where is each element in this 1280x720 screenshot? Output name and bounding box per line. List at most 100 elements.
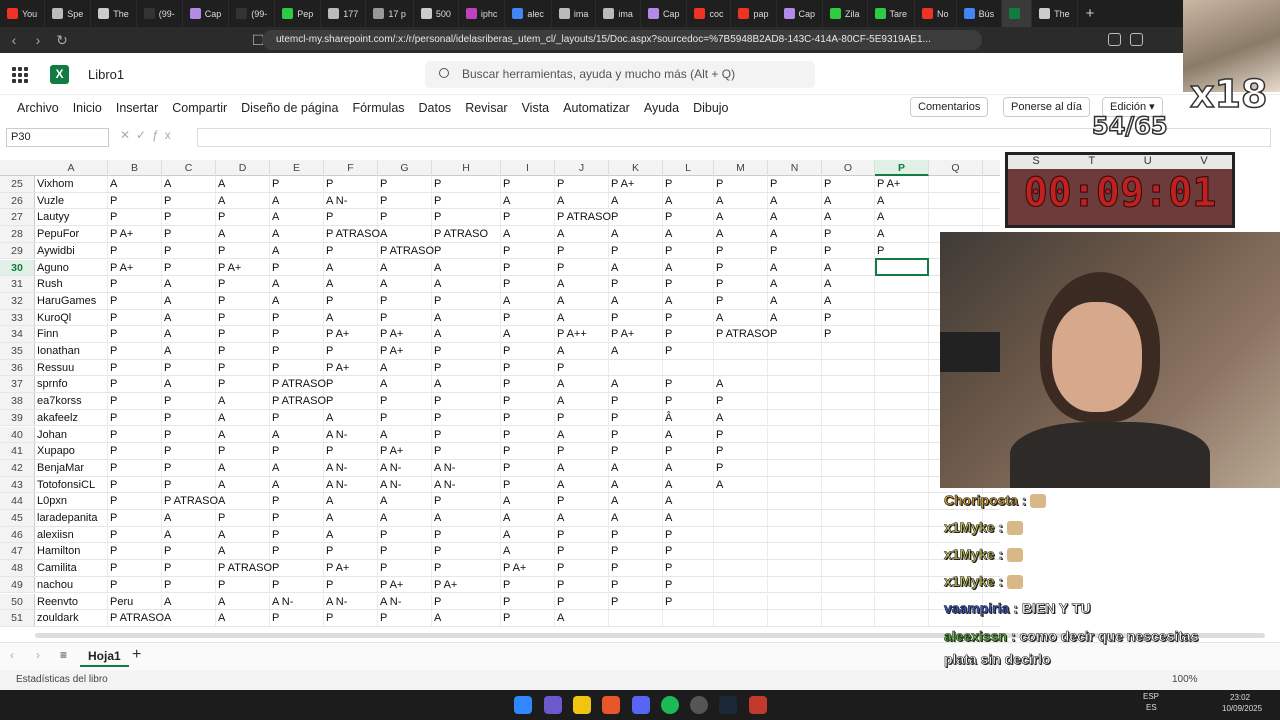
cell[interactable]: P [555,242,609,259]
browser-tab[interactable]: 177 [321,0,367,27]
cell[interactable] [822,376,875,393]
start-icon[interactable] [514,696,532,714]
cell[interactable]: A [714,192,768,209]
cell[interactable]: P [609,443,663,459]
cell[interactable]: Hamilton [35,543,108,560]
browser-tab[interactable]: (99- [137,0,183,27]
column-header-d[interactable]: D [216,160,270,176]
cell[interactable] [875,359,929,376]
explorer-icon[interactable] [573,696,591,714]
menu-automatizar[interactable]: Automatizar [556,101,637,115]
column-header-g[interactable]: G [378,160,432,176]
cell[interactable] [768,576,822,593]
cell[interactable]: P [216,343,270,359]
cell[interactable]: P [432,426,501,443]
cell[interactable]: A [378,359,432,376]
row-number[interactable]: 49 [0,576,35,593]
browser-tab[interactable] [1002,0,1033,27]
column-header-j[interactable]: J [555,160,609,176]
search-input[interactable]: Buscar herramientas, ayuda y mucho más (… [425,61,815,88]
row-number[interactable]: 51 [0,610,35,626]
cell[interactable] [822,426,875,443]
cell[interactable]: P [324,209,378,226]
cell[interactable]: P [663,343,714,359]
row-number[interactable]: 43 [0,476,35,493]
cell[interactable]: A [162,326,216,342]
row-number[interactable]: 45 [0,510,35,526]
cell[interactable]: Xupapo [35,443,108,459]
row-number[interactable]: 33 [0,309,35,326]
browser-tab[interactable]: Cap [777,0,824,27]
cell[interactable] [663,359,714,376]
cell[interactable]: P [162,242,216,259]
cell[interactable]: A [378,510,432,526]
cell[interactable] [714,576,768,593]
cell[interactable]: A [324,510,378,526]
cell[interactable]: P A+ [108,226,162,242]
app-icon[interactable] [749,696,767,714]
cell[interactable] [768,343,822,359]
cell[interactable]: A [663,292,714,309]
browser-tab[interactable]: Tare [868,0,916,27]
cell[interactable]: P [714,426,768,443]
cell[interactable]: P [324,576,378,593]
cell[interactable]: P [108,459,162,476]
cell[interactable]: P [501,409,555,426]
cell[interactable]: P [432,443,501,459]
cell[interactable]: A [378,376,432,393]
browser-tab[interactable]: Spe [45,0,92,27]
cell[interactable]: Aywidbi [35,242,108,259]
cell[interactable]: P [555,526,609,543]
cell[interactable]: P [108,343,162,359]
row-number[interactable]: 27 [0,209,35,226]
cell[interactable] [875,276,929,292]
cell[interactable]: P [609,593,663,610]
cell[interactable]: A [609,292,663,309]
cell[interactable]: A [324,259,378,276]
cell[interactable]: P A+ [324,359,378,376]
cell[interactable]: P [162,459,216,476]
cell[interactable]: P [108,476,162,493]
cell[interactable]: A [216,543,270,560]
cell[interactable]: P [216,376,270,393]
cell[interactable]: A [216,409,270,426]
cell[interactable]: P [609,560,663,576]
cell[interactable]: P [768,326,822,342]
cell[interactable]: A [609,343,663,359]
cell[interactable]: A [270,192,324,209]
cell[interactable]: P [216,576,270,593]
cell[interactable] [714,493,768,509]
cell[interactable]: P A++ [555,326,609,342]
menu-insertar[interactable]: Insertar [109,101,165,115]
cell[interactable]: P [270,526,324,543]
row-number[interactable]: 32 [0,292,35,309]
cell[interactable]: A [432,610,501,626]
cell[interactable] [875,292,929,309]
cell[interactable] [929,192,983,209]
cell[interactable]: A [663,192,714,209]
browser-tab[interactable]: You [0,0,46,27]
cell[interactable] [875,309,929,326]
cell[interactable]: A [609,459,663,476]
cell[interactable]: P [216,443,270,459]
cell[interactable]: P [768,242,822,259]
column-header-e[interactable]: E [270,160,324,176]
cell[interactable] [875,426,929,443]
cell[interactable]: akafeelz [35,409,108,426]
cell[interactable]: sprnfo [35,376,108,393]
browser-tab[interactable]: 500 [414,0,459,27]
cell[interactable] [822,493,875,509]
cell[interactable]: A [270,226,324,242]
input-lang[interactable]: ESP [1143,692,1159,701]
cell[interactable]: A N- [324,459,378,476]
cell[interactable]: P [378,409,432,426]
cell[interactable]: A [432,376,501,393]
cell[interactable]: P [162,576,216,593]
cell[interactable]: P [378,176,432,192]
cell[interactable]: P [609,409,663,426]
cell[interactable]: P [609,276,663,292]
cell[interactable]: P [663,543,714,560]
cell[interactable]: P [714,259,768,276]
browser-tab[interactable]: The [1032,0,1078,27]
cell[interactable]: P ATRASO [378,242,434,259]
